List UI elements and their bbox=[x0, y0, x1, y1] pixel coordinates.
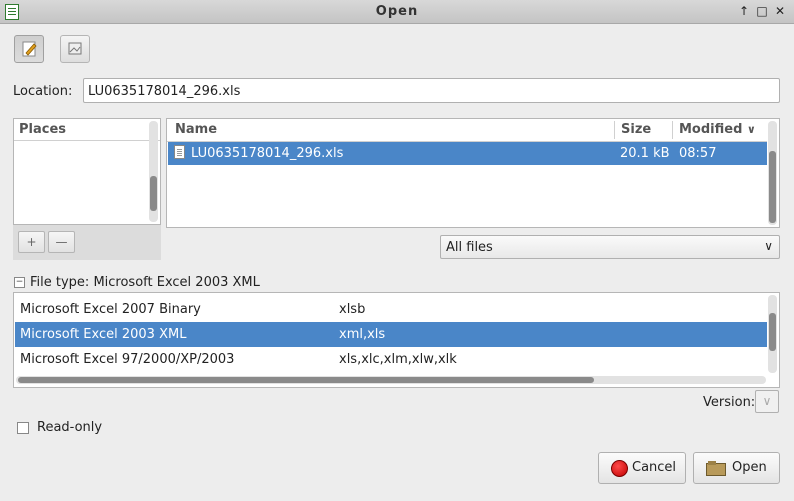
places-pane[interactable]: Places bbox=[13, 118, 161, 225]
maximize-icon[interactable]: □ bbox=[755, 4, 769, 18]
file-list-scroll-thumb[interactable] bbox=[769, 151, 776, 223]
file-type-ext: xls,xlc,xlm,xlw,xlk bbox=[339, 352, 457, 367]
file-size: 20.1 kB bbox=[620, 146, 670, 161]
close-icon[interactable]: ✕ bbox=[773, 4, 787, 18]
file-type-hscroll-thumb[interactable] bbox=[18, 377, 594, 383]
file-name: LU0635178014_296.xls bbox=[191, 146, 344, 161]
chevron-down-icon: ∨ bbox=[764, 239, 773, 253]
places-scroll-thumb[interactable] bbox=[150, 176, 157, 211]
file-type-name: Microsoft Excel 97/2000/XP/2003 bbox=[20, 352, 235, 367]
location-label: Location: bbox=[13, 84, 73, 99]
file-row[interactable]: LU0635178014_296.xls 20.1 kB 08:57 bbox=[168, 142, 767, 165]
file-type-list[interactable]: Microsoft Excel 2007 Binary xlsb Microso… bbox=[13, 292, 780, 388]
read-only-checkbox[interactable] bbox=[17, 422, 29, 434]
column-size[interactable]: Size bbox=[621, 122, 651, 137]
chevron-down-icon: ∨ bbox=[762, 394, 772, 408]
file-modified: 08:57 bbox=[679, 146, 717, 161]
file-filter-value: All files bbox=[446, 240, 493, 255]
file-type-row[interactable]: Microsoft Excel 2007 Binary xlsb bbox=[15, 297, 767, 322]
file-type-name: Microsoft Excel 2003 XML bbox=[20, 327, 187, 342]
file-list-scrollbar[interactable] bbox=[768, 121, 777, 225]
file-list[interactable]: Name Size Modified ∨ LU0635178014_296.xl… bbox=[166, 118, 780, 228]
version-label: Version: bbox=[703, 395, 756, 410]
file-type-vscroll-thumb[interactable] bbox=[769, 313, 776, 351]
keep-above-icon[interactable]: ↑ bbox=[737, 4, 751, 18]
open-button[interactable]: Open bbox=[693, 452, 780, 484]
file-type-vscrollbar[interactable] bbox=[768, 295, 777, 373]
file-list-header: Name Size Modified ∨ bbox=[167, 119, 767, 142]
sort-chevron-icon: ∨ bbox=[746, 123, 756, 136]
document-icon bbox=[174, 145, 185, 159]
cancel-label: Cancel bbox=[632, 460, 677, 475]
version-select[interactable]: ∨ bbox=[755, 390, 779, 413]
window-title: Open bbox=[375, 4, 419, 19]
file-type-row[interactable]: Microsoft Excel 2003 XML xml,xls bbox=[15, 322, 767, 347]
column-divider bbox=[614, 121, 615, 139]
folder-open-icon bbox=[706, 461, 726, 476]
file-filter-select[interactable]: All files ∨ bbox=[440, 235, 780, 259]
read-only-label: Read-only bbox=[37, 420, 103, 435]
type-location-button[interactable] bbox=[14, 35, 44, 63]
column-modified-label: Modified bbox=[679, 122, 743, 137]
column-modified[interactable]: Modified ∨ bbox=[679, 122, 756, 137]
title-bar: Open ↑ □ ✕ bbox=[0, 0, 794, 24]
folder-image-icon bbox=[68, 42, 82, 55]
add-place-button[interactable]: + bbox=[18, 231, 45, 253]
places-header: Places bbox=[14, 119, 160, 141]
places-scrollbar[interactable] bbox=[149, 121, 158, 222]
open-label: Open bbox=[732, 460, 767, 475]
file-type-label: File type: Microsoft Excel 2003 XML bbox=[30, 275, 260, 290]
collapse-icon: − bbox=[14, 277, 25, 288]
file-type-ext: xml,xls bbox=[339, 327, 386, 342]
stop-icon bbox=[611, 460, 628, 477]
column-divider bbox=[672, 121, 673, 139]
remove-place-button[interactable]: — bbox=[48, 231, 75, 253]
cancel-button[interactable]: Cancel bbox=[598, 452, 686, 484]
file-type-name: Microsoft Excel 2007 Binary bbox=[20, 302, 201, 317]
file-type-hscrollbar[interactable] bbox=[16, 376, 766, 384]
edit-icon bbox=[22, 41, 37, 57]
file-type-ext: xlsb bbox=[339, 302, 366, 317]
location-input[interactable]: LU0635178014_296.xls bbox=[83, 78, 780, 103]
file-type-row[interactable]: Microsoft Excel 97/2000/XP/2003 xls,xlc,… bbox=[15, 347, 767, 372]
places-toolbar: + — bbox=[13, 225, 161, 260]
column-name[interactable]: Name bbox=[175, 122, 217, 137]
create-folder-button[interactable] bbox=[60, 35, 90, 63]
